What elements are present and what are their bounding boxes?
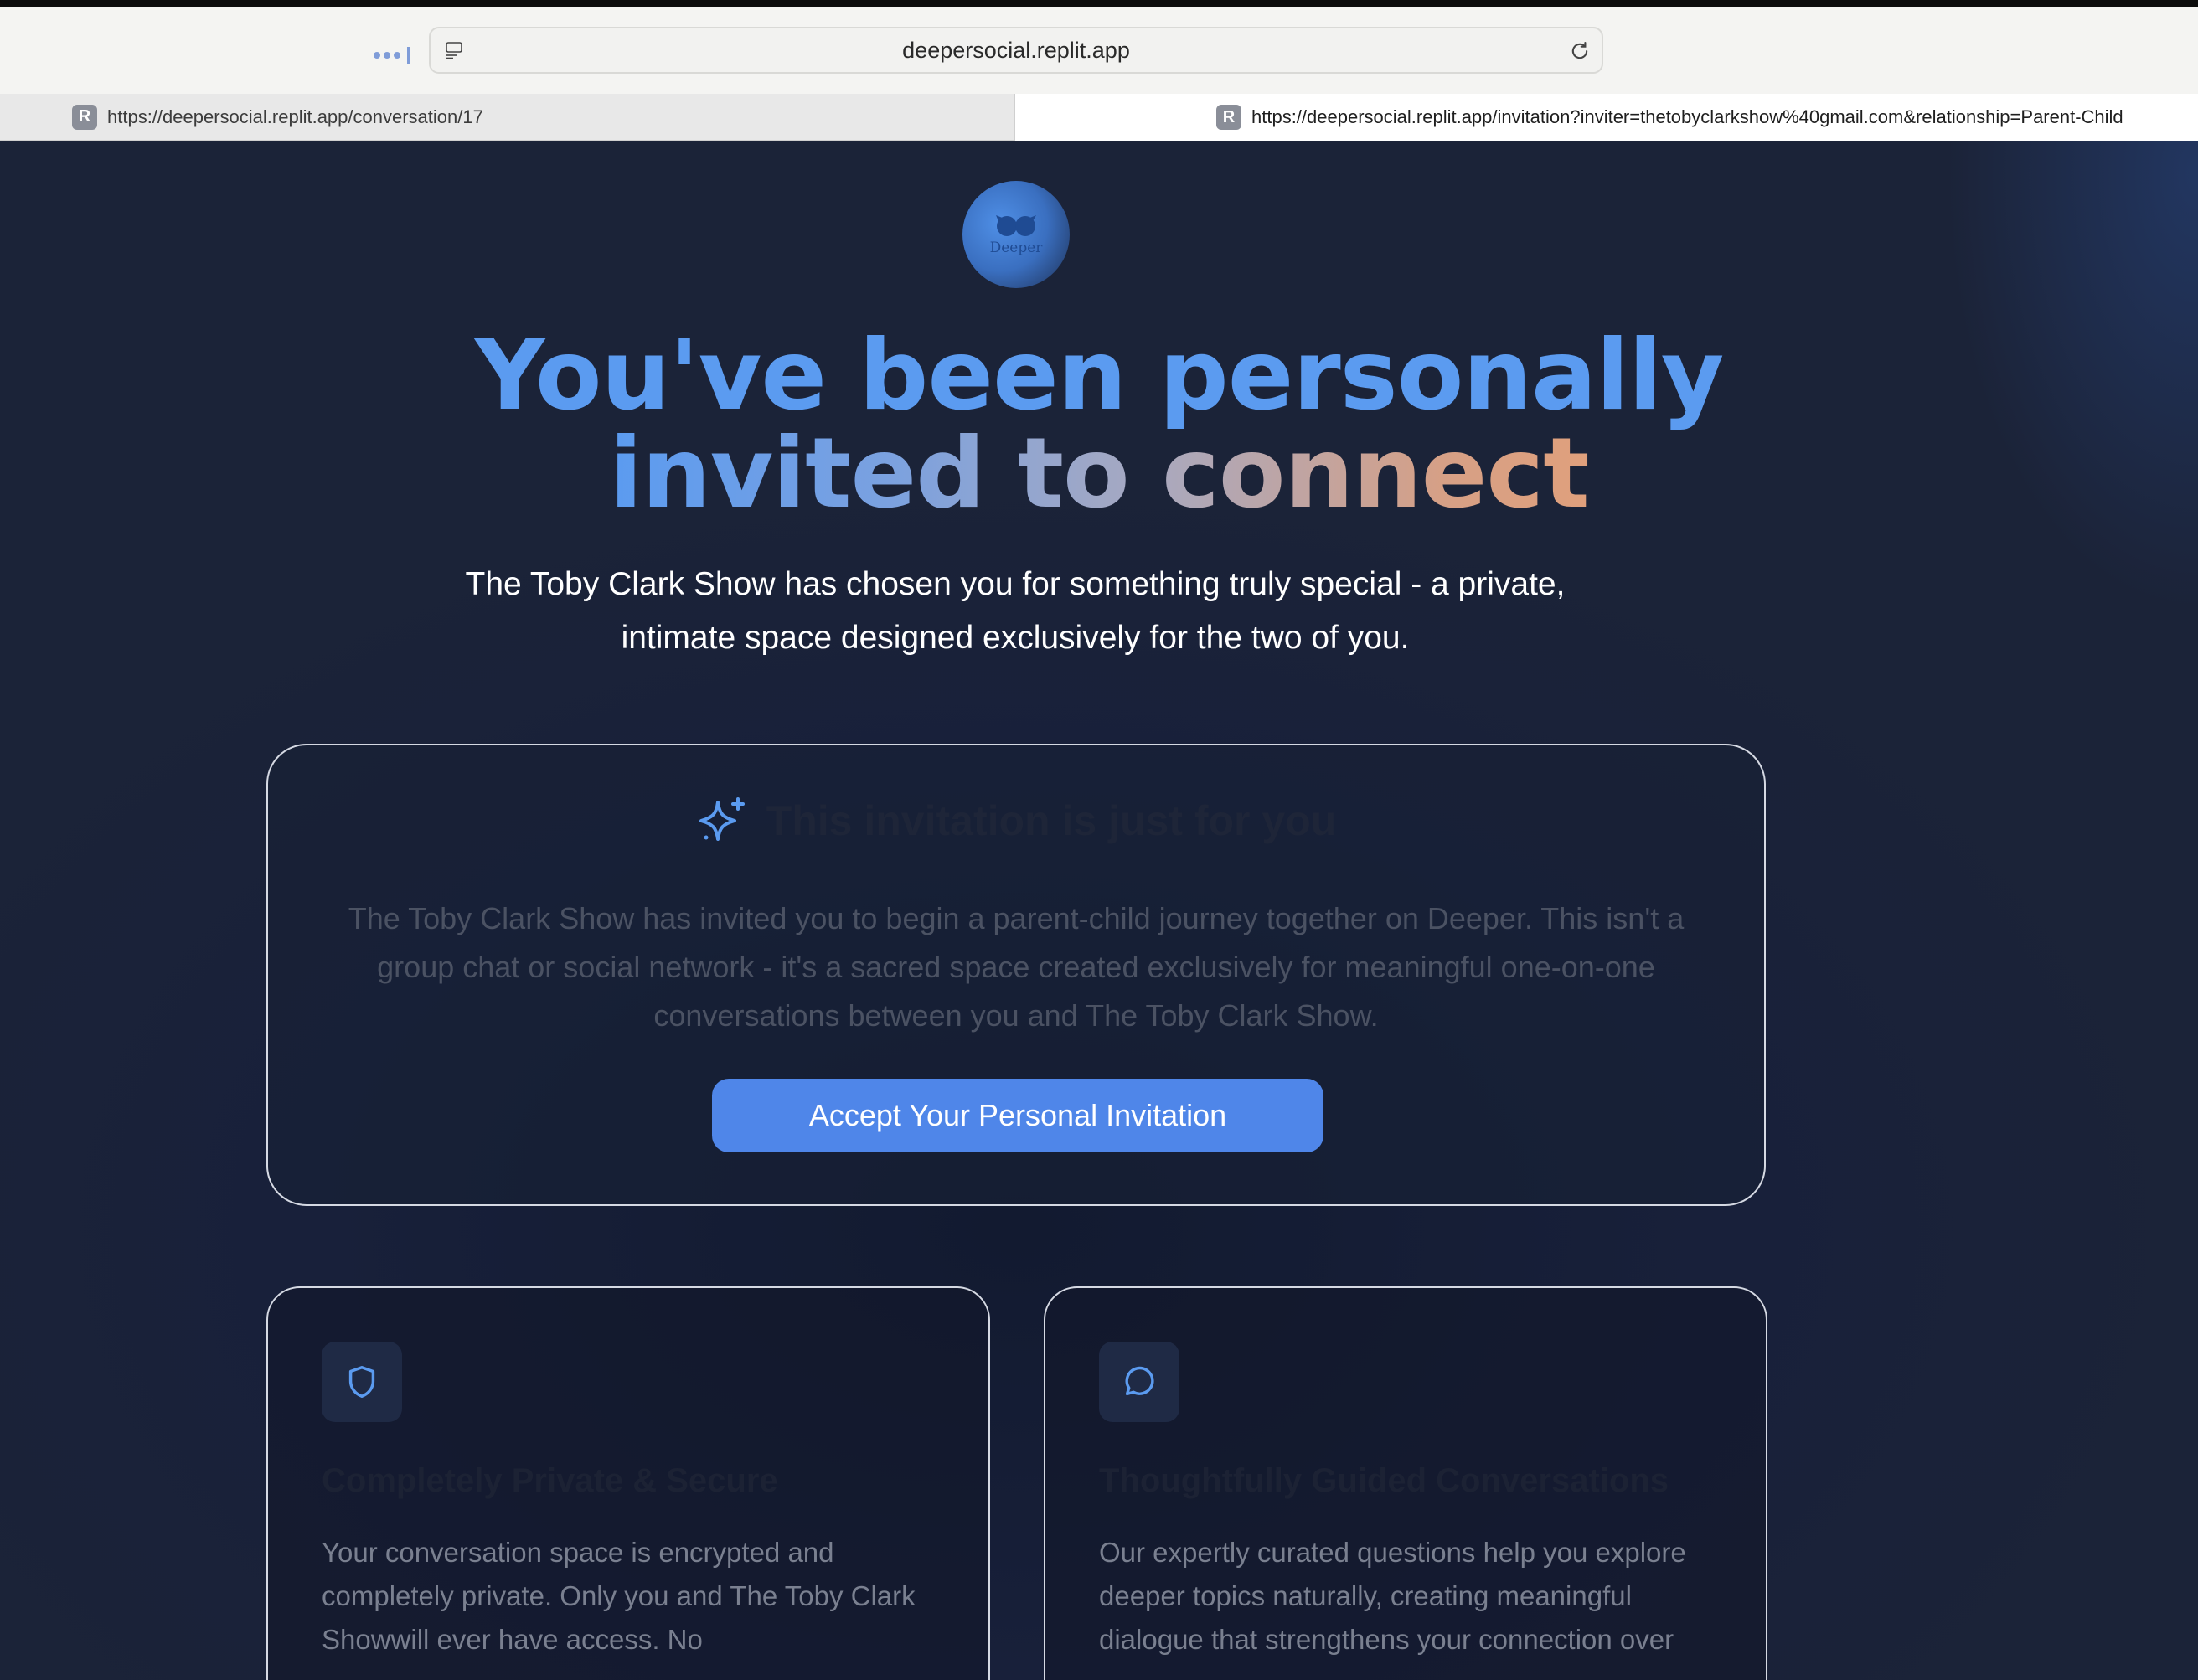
reload-icon[interactable] bbox=[1568, 39, 1592, 63]
invitation-page: Deeper You've been personally invited to… bbox=[0, 141, 2198, 1680]
logo-text: Deeper bbox=[989, 240, 1043, 256]
invitation-heading: This invitation is just for you bbox=[268, 794, 1764, 848]
shield-icon bbox=[348, 1366, 375, 1398]
browser-toolbar: deepersocial.replit.app bbox=[0, 7, 2198, 94]
sparkle-icon bbox=[699, 797, 745, 841]
invitation-title: This invitation is just for you bbox=[766, 797, 1337, 844]
tab-invitation[interactable]: R https://deepersocial.replit.app/invita… bbox=[1017, 94, 2198, 141]
feature-card-guided: Thoughtfully Guided Conversations Our ex… bbox=[1044, 1286, 1767, 1680]
page-headline: You've been personally invited to connec… bbox=[261, 327, 1937, 523]
hero-subtitle: The Toby Clark Show has chosen you for s… bbox=[465, 566, 1566, 656]
tab-title: https://deepersocial.replit.app/invitati… bbox=[1251, 106, 2123, 127]
feature-description: Our expertly curated questions help you … bbox=[1099, 1537, 1686, 1655]
deeper-logo: Deeper bbox=[962, 181, 1070, 288]
headline-line-2: invited to connect bbox=[609, 417, 1589, 530]
feature-description: Your conversation space is encrypted and… bbox=[322, 1537, 916, 1655]
replit-favicon-icon: R bbox=[72, 104, 97, 130]
tab-conversation[interactable]: R https://deepersocial.replit.app/conver… bbox=[0, 94, 1015, 141]
headline-line-1: You've been personally bbox=[474, 319, 1725, 432]
chat-bubble-icon bbox=[1125, 1366, 1154, 1396]
feature-icon-box bbox=[322, 1342, 402, 1422]
feature-title: Completely Private & Secure bbox=[322, 1462, 778, 1499]
feature-title: Thoughtfully Guided Conversations bbox=[1099, 1462, 1669, 1499]
accept-invitation-button[interactable]: Accept Your Personal Invitation bbox=[712, 1079, 1323, 1152]
tab-overview-icon[interactable] bbox=[374, 47, 410, 64]
tab-title: https://deepersocial.replit.app/conversa… bbox=[107, 106, 483, 127]
invitation-card: This invitation is just for you The Toby… bbox=[266, 744, 1766, 1206]
quote-bubbles-icon bbox=[996, 215, 1036, 236]
address-bar[interactable]: deepersocial.replit.app bbox=[429, 27, 1603, 74]
window-top-edge bbox=[0, 0, 2198, 7]
replit-favicon-icon: R bbox=[1216, 105, 1241, 130]
address-text: deepersocial.replit.app bbox=[902, 37, 1130, 63]
invitation-body: The Toby Clark Show has invited you to b… bbox=[348, 901, 1685, 1033]
feature-card-privacy: Completely Private & Secure Your convers… bbox=[266, 1286, 990, 1680]
tab-bar: R https://deepersocial.replit.app/conver… bbox=[0, 94, 2198, 142]
feature-icon-box bbox=[1099, 1342, 1179, 1422]
